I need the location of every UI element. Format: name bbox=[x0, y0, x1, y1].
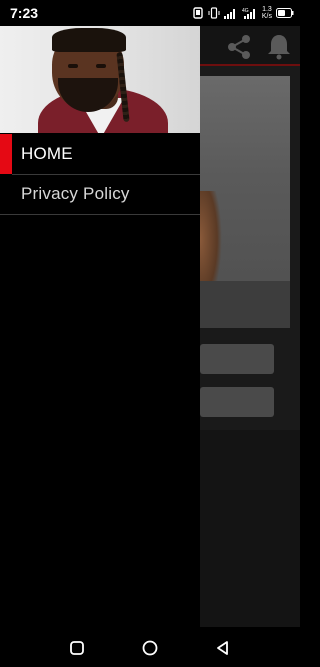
vibrate-icon bbox=[208, 7, 220, 19]
network-speed: 1.3 K/s bbox=[262, 6, 272, 20]
drawer-header-image bbox=[0, 26, 200, 133]
photo-eye-right bbox=[96, 64, 106, 68]
back-button[interactable] bbox=[214, 639, 232, 657]
home-button[interactable] bbox=[141, 639, 159, 657]
4g-signal-icon: 4G bbox=[242, 8, 255, 19]
drawer-item-privacy-policy[interactable]: Privacy Policy bbox=[0, 174, 200, 214]
network-speed-unit: K/s bbox=[261, 13, 272, 20]
navigation-drawer: HOME Privacy Policy bbox=[0, 26, 200, 627]
battery-icon bbox=[276, 8, 294, 18]
drawer-divider bbox=[0, 214, 200, 215]
notification-bell-icon[interactable] bbox=[266, 32, 292, 60]
status-icons: 4G 1.3 K/s bbox=[192, 4, 294, 22]
alarm-icon bbox=[193, 7, 203, 19]
status-time: 7:23 bbox=[10, 5, 39, 21]
network-speed-value: 1.3 bbox=[262, 6, 272, 13]
share-icon[interactable] bbox=[224, 33, 254, 61]
drawer-item-label: HOME bbox=[21, 144, 73, 163]
photo-eye-left bbox=[68, 64, 78, 68]
recent-apps-button[interactable] bbox=[68, 639, 86, 657]
app-footer-panel bbox=[200, 430, 300, 627]
app-button-secondary bbox=[200, 387, 274, 417]
svg-text:4G: 4G bbox=[242, 8, 249, 14]
status-bar: 7:23 4G 1.3 K/s bbox=[0, 0, 300, 26]
drawer-item-label: Privacy Policy bbox=[21, 184, 130, 203]
photo-hair bbox=[52, 28, 126, 52]
drawer-item-home[interactable]: HOME bbox=[0, 134, 200, 174]
system-nav-bar bbox=[0, 627, 300, 667]
active-indicator bbox=[0, 134, 12, 174]
app-button-primary bbox=[200, 344, 274, 374]
hero-image-caption-strip bbox=[200, 281, 290, 328]
signal-icon bbox=[223, 9, 235, 19]
